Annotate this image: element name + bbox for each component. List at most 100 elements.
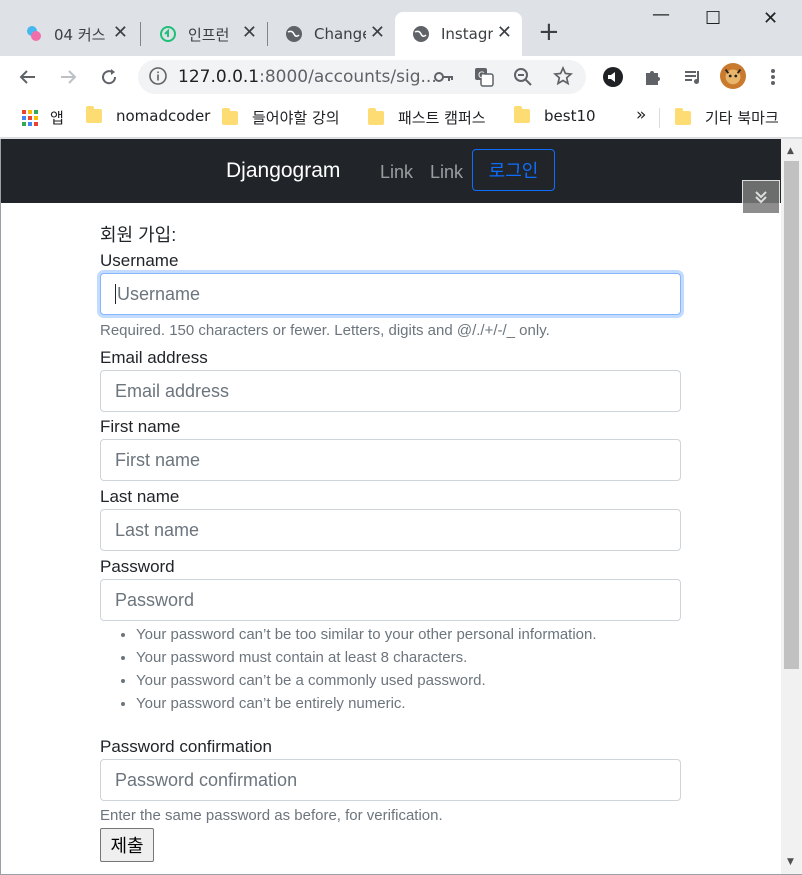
avatar[interactable] bbox=[720, 63, 746, 89]
password-input[interactable]: Password bbox=[100, 579, 681, 621]
bookmark-folder-nomadcoder[interactable]: nomadcoder bbox=[86, 106, 211, 125]
password-rule: Your password can’t be too similar to yo… bbox=[136, 625, 597, 648]
bookmark-folder-best10[interactable]: best10 bbox=[514, 106, 596, 125]
globe-icon bbox=[411, 24, 431, 44]
tab-title: Change bbox=[314, 25, 366, 43]
tab-close-icon[interactable]: ✕ bbox=[113, 24, 128, 42]
tab-divider bbox=[140, 22, 141, 46]
globe-icon bbox=[284, 24, 304, 44]
email-placeholder: Email address bbox=[115, 380, 230, 401]
navbar-brand[interactable]: Djangogram bbox=[226, 159, 340, 183]
page-viewport: Djangogram Link Link 로그인 회원 가입: Username… bbox=[1, 139, 781, 874]
first-name-placeholder: First name bbox=[115, 449, 201, 470]
password-placeholder: Password bbox=[115, 589, 195, 610]
address-bar[interactable]: 127.0.0.1:8000/accounts/sig... G bbox=[138, 60, 586, 94]
password-confirmation-help-text: Enter the same password as before, for v… bbox=[100, 807, 443, 824]
username-help-text: Required. 150 characters or fewer. Lette… bbox=[100, 322, 550, 339]
first-name-input[interactable]: First name bbox=[100, 439, 681, 481]
username-label: Username bbox=[100, 251, 179, 270]
scrollbar-thumb[interactable] bbox=[784, 161, 799, 669]
svg-text:G: G bbox=[478, 71, 485, 81]
forward-arrow-icon[interactable] bbox=[55, 64, 81, 90]
password-rule: Your password can’t be entirely numeric. bbox=[136, 694, 597, 717]
bookmarks-bar: 앱 nomadcoder 들어야할 강의 패스트 캠퍼스 best10 » 기타… bbox=[0, 98, 802, 138]
email-input[interactable]: Email address bbox=[100, 370, 681, 412]
tab-close-icon[interactable]: ✕ bbox=[370, 24, 385, 42]
tab-close-icon[interactable]: ✕ bbox=[242, 24, 257, 42]
email-label: Email address bbox=[100, 348, 208, 367]
bookmark-label: 들어야할 강의 bbox=[252, 109, 340, 127]
first-name-label: First name bbox=[100, 417, 181, 436]
tab-title: 인프런 bbox=[188, 25, 230, 44]
password-label: Password bbox=[100, 557, 175, 576]
zoom-icon[interactable] bbox=[513, 67, 533, 91]
folder-icon bbox=[368, 107, 384, 125]
bookmark-folder-other[interactable]: 기타 북마크 bbox=[675, 107, 779, 128]
media-icon[interactable] bbox=[600, 64, 626, 90]
tab-04[interactable]: 04 커스 ✕ bbox=[8, 12, 138, 56]
password-rule: Your password must contain at least 8 ch… bbox=[136, 648, 597, 671]
username-placeholder: Username bbox=[117, 283, 201, 304]
reload-icon[interactable] bbox=[96, 64, 122, 90]
tab-inflearn[interactable]: 인프런 ✕ bbox=[142, 12, 267, 56]
password-confirmation-placeholder: Password confirmation bbox=[115, 769, 298, 790]
extensions-icon[interactable] bbox=[640, 64, 666, 90]
browser-toolbar: 127.0.0.1:8000/accounts/sig... G bbox=[0, 56, 802, 98]
tab-strip: 04 커스 ✕ 인프런 ✕ Change ✕ Instagr ✕ + — ☐ ✕ bbox=[0, 0, 802, 56]
nav-link-1[interactable]: Link bbox=[380, 162, 413, 183]
submit-button[interactable]: 제출 bbox=[100, 828, 154, 862]
tab-change[interactable]: Change ✕ bbox=[268, 12, 395, 56]
bookmarks-overflow-button[interactable]: » bbox=[636, 105, 646, 125]
password-confirmation-label: Password confirmation bbox=[100, 737, 272, 756]
bookmark-label: nomadcoder bbox=[116, 107, 211, 125]
tab-title: 04 커스 bbox=[54, 25, 106, 44]
site-info-icon[interactable] bbox=[149, 67, 167, 89]
nav-link-2[interactable]: Link bbox=[430, 162, 463, 183]
close-window-button[interactable]: ✕ bbox=[763, 8, 778, 29]
url-path: :8000/accounts/sig... bbox=[259, 67, 437, 87]
new-tab-button[interactable]: + bbox=[538, 19, 560, 45]
folder-icon bbox=[86, 106, 102, 123]
username-input[interactable]: Username bbox=[100, 273, 681, 315]
media-queue-icon[interactable] bbox=[680, 64, 706, 90]
folder-icon bbox=[222, 107, 238, 125]
maximize-button[interactable]: ☐ bbox=[705, 8, 721, 29]
minimize-button[interactable]: — bbox=[652, 4, 670, 25]
tab-instagram[interactable]: Instagr ✕ bbox=[395, 12, 522, 56]
password-confirmation-input[interactable]: Password confirmation bbox=[100, 759, 681, 801]
key-icon[interactable] bbox=[434, 68, 454, 90]
app-favicon-icon bbox=[24, 24, 44, 44]
last-name-input[interactable]: Last name bbox=[100, 509, 681, 551]
star-icon[interactable] bbox=[552, 65, 574, 90]
form-title: 회원 가입: bbox=[100, 225, 177, 245]
inflearn-favicon-icon bbox=[158, 24, 178, 44]
bookmark-folder-fastcampus[interactable]: 패스트 캠퍼스 bbox=[368, 107, 486, 128]
tab-close-icon[interactable]: ✕ bbox=[497, 24, 512, 42]
bookmark-label: best10 bbox=[544, 107, 596, 125]
double-chevron-down-icon[interactable] bbox=[742, 180, 780, 214]
tab-title: Instagr bbox=[441, 25, 493, 43]
bookmark-label: 기타 북마크 bbox=[705, 109, 779, 127]
site-navbar: Djangogram Link Link 로그인 bbox=[1, 139, 781, 203]
url-text[interactable]: 127.0.0.1:8000/accounts/sig... bbox=[178, 67, 437, 87]
password-rules-list: Your password can’t be too similar to yo… bbox=[136, 625, 597, 717]
scroll-down-arrow-icon[interactable]: ▼ bbox=[787, 857, 794, 867]
last-name-placeholder: Last name bbox=[115, 519, 200, 540]
folder-icon bbox=[675, 107, 691, 125]
login-button[interactable]: 로그인 bbox=[472, 149, 555, 191]
apps-grid-icon bbox=[22, 109, 38, 126]
scroll-up-arrow-icon[interactable]: ▲ bbox=[787, 146, 794, 156]
bookmark-label: 앱 bbox=[50, 109, 64, 127]
apps-bookmark[interactable]: 앱 bbox=[22, 107, 64, 128]
password-rule: Your password can’t be a commonly used p… bbox=[136, 671, 597, 694]
back-arrow-icon[interactable] bbox=[15, 64, 41, 90]
page-scrollbar[interactable]: ▲ ▼ bbox=[781, 139, 802, 875]
bookmarks-divider bbox=[659, 108, 660, 128]
bookmark-folder-lectures[interactable]: 들어야할 강의 bbox=[222, 107, 340, 128]
folder-icon bbox=[514, 106, 530, 123]
url-host: 127.0.0.1 bbox=[178, 67, 260, 87]
last-name-label: Last name bbox=[100, 487, 180, 506]
menu-dots-icon[interactable] bbox=[760, 64, 786, 90]
bookmark-label: 패스트 캠퍼스 bbox=[398, 109, 486, 127]
translate-icon[interactable]: G bbox=[474, 67, 494, 91]
